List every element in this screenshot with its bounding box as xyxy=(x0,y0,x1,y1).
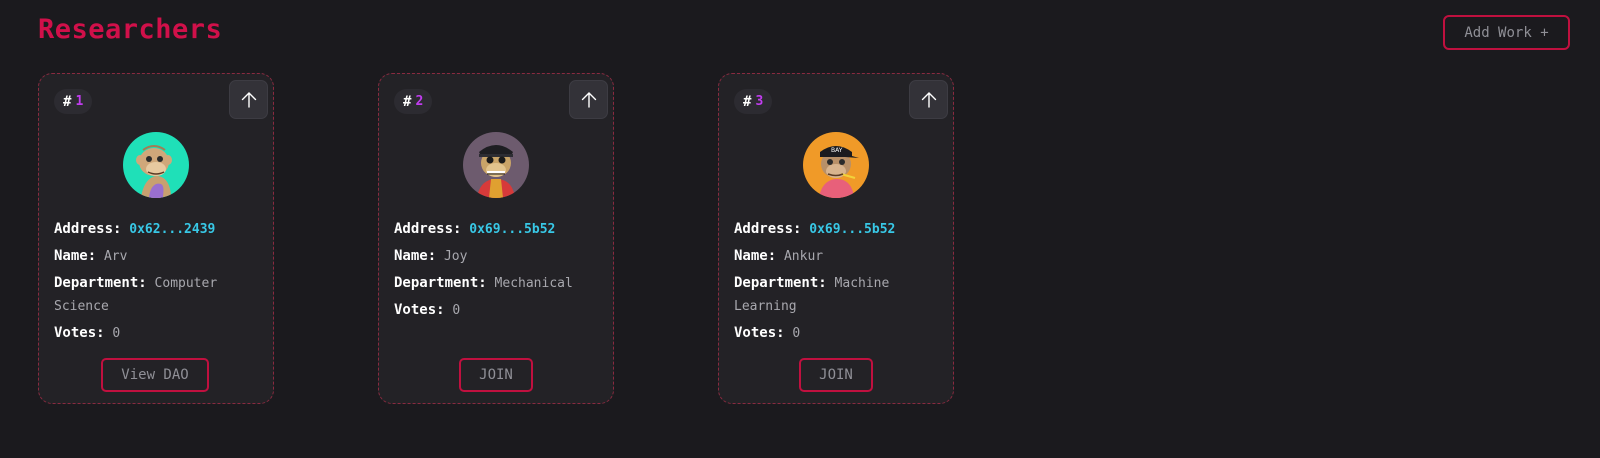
rank-badge: # 1 xyxy=(54,89,93,114)
name-label: Name: xyxy=(394,248,437,264)
department-label: Department: xyxy=(394,275,487,291)
rank-badge: # 3 xyxy=(734,89,773,114)
name-label: Name: xyxy=(54,248,97,264)
address-label: Address: xyxy=(394,221,462,237)
name-row: Name: Arv xyxy=(54,245,259,268)
rank-number: 3 xyxy=(755,94,764,109)
join-button[interactable]: JOIN xyxy=(459,358,533,392)
address-value: 0x69...5b52 xyxy=(809,222,896,237)
votes-label: Votes: xyxy=(734,325,785,341)
votes-row: Votes: 0 xyxy=(394,299,599,322)
name-value: Joy xyxy=(443,249,468,264)
add-work-button[interactable]: Add Work + xyxy=(1443,15,1570,50)
department-label: Department: xyxy=(54,275,147,291)
researcher-info: Address: 0x69...5b52 Name: Ankur Departm… xyxy=(734,218,939,349)
upvote-button[interactable] xyxy=(909,80,948,119)
votes-value: 0 xyxy=(452,303,461,318)
address-row: Address: 0x69...5b52 xyxy=(394,218,599,241)
votes-label: Votes: xyxy=(394,302,445,318)
name-row: Name: Joy xyxy=(394,245,599,268)
department-row: Department: Machine Learning xyxy=(734,272,939,318)
votes-value: 0 xyxy=(792,326,801,341)
join-button[interactable]: JOIN xyxy=(799,358,873,392)
researcher-card: # 2 Address: 0x69...5b52 Name: Joy Depar… xyxy=(378,73,614,404)
votes-value: 0 xyxy=(112,326,121,341)
department-row: Department: Computer Science xyxy=(54,272,259,318)
votes-row: Votes: 0 xyxy=(54,322,259,345)
researcher-info: Address: 0x62...2439 Name: Arv Departmen… xyxy=(54,218,259,349)
department-value: Mechanical xyxy=(494,276,573,291)
rank-hash: # xyxy=(403,93,412,110)
address-value: 0x69...5b52 xyxy=(469,222,556,237)
name-row: Name: Ankur xyxy=(734,245,939,268)
avatar xyxy=(123,132,189,198)
arrow-up-icon xyxy=(581,91,596,108)
votes-row: Votes: 0 xyxy=(734,322,939,345)
arrow-up-icon xyxy=(921,91,936,108)
avatar xyxy=(463,132,529,198)
rank-number: 1 xyxy=(75,94,84,109)
address-label: Address: xyxy=(734,221,802,237)
address-row: Address: 0x69...5b52 xyxy=(734,218,939,241)
upvote-button[interactable] xyxy=(569,80,608,119)
name-label: Name: xyxy=(734,248,777,264)
name-value: Arv xyxy=(103,249,128,264)
department-row: Department: Mechanical xyxy=(394,272,599,295)
address-label: Address: xyxy=(54,221,122,237)
name-value: Ankur xyxy=(783,249,824,264)
svg-text:BAY: BAY xyxy=(831,147,843,154)
votes-label: Votes: xyxy=(54,325,105,341)
avatar: BAY xyxy=(803,132,869,198)
rank-hash: # xyxy=(63,93,72,110)
researcher-card: # 3 BAY Address: 0x69...5b52 Name: Ankur… xyxy=(718,73,954,404)
address-row: Address: 0x62...2439 xyxy=(54,218,259,241)
rank-badge: # 2 xyxy=(394,89,433,114)
address-value: 0x62...2439 xyxy=(129,222,216,237)
researcher-info: Address: 0x69...5b52 Name: Joy Departmen… xyxy=(394,218,599,326)
rank-number: 2 xyxy=(415,94,424,109)
arrow-up-icon xyxy=(241,91,256,108)
researcher-card: # 1 Address: 0x62...2439 Name: Arv Depar… xyxy=(38,73,274,404)
upvote-button[interactable] xyxy=(229,80,268,119)
rank-hash: # xyxy=(743,93,752,110)
page-title: Researchers xyxy=(38,14,223,45)
department-label: Department: xyxy=(734,275,827,291)
view-dao-button[interactable]: View DAO xyxy=(101,358,209,392)
